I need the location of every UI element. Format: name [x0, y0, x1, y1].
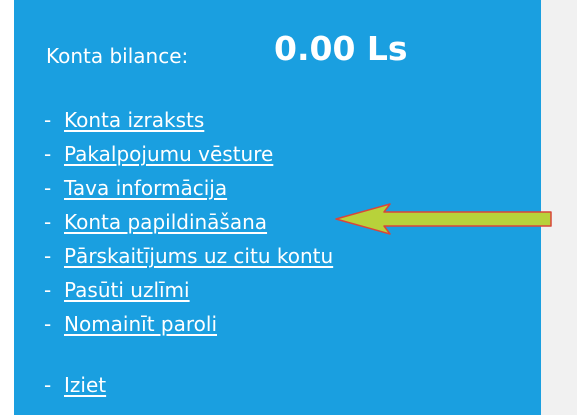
menu-item-pasuti-uzlimi: - Pasūti uzlīmi	[44, 273, 333, 307]
menu-bullet: -	[44, 176, 52, 200]
menu-item-konta-izraksts: - Konta izraksts	[44, 103, 333, 137]
link-iziet[interactable]: Iziet	[64, 373, 106, 397]
menu-bullet: -	[44, 108, 52, 132]
link-parskaitijums-uz-citu-kontu[interactable]: Pārskaitījums uz citu kontu	[64, 244, 333, 268]
link-pasuti-uzlimi[interactable]: Pasūti uzlīmi	[64, 278, 190, 302]
link-nomainit-paroli[interactable]: Nomainīt paroli	[64, 312, 217, 336]
menu-item-pakalpojumu-vesture: - Pakalpojumu vēsture	[44, 137, 333, 171]
link-pakalpojumu-vesture[interactable]: Pakalpojumu vēsture	[64, 142, 273, 166]
menu-bullet: -	[44, 142, 52, 166]
account-menu: - Konta izraksts - Pakalpojumu vēsture - Ta…	[44, 103, 333, 402]
menu-bullet: -	[44, 244, 52, 268]
menu-item-nomainit-paroli: - Nomainīt paroli	[44, 307, 333, 341]
menu-item-konta-papildinasana: - Konta papildināšana	[44, 205, 333, 239]
balance-label: Konta bilance:	[46, 44, 189, 68]
menu-bullet: -	[44, 312, 52, 336]
menu-item-tava-informacija: - Tava informācija	[44, 171, 333, 205]
arrow-left-icon	[335, 203, 552, 235]
menu-item-parskaitijums: - Pārskaitījums uz citu kontu	[44, 239, 333, 273]
link-konta-izraksts[interactable]: Konta izraksts	[64, 108, 204, 132]
link-konta-papildinasana[interactable]: Konta papildināšana	[64, 210, 267, 234]
balance-value: 0.00 Ls	[274, 29, 408, 68]
menu-item-iziet: - Iziet	[44, 368, 333, 402]
link-tava-informacija[interactable]: Tava informācija	[64, 176, 227, 200]
menu-bullet: -	[44, 278, 52, 302]
menu-bullet: -	[44, 210, 52, 234]
menu-bullet: -	[44, 373, 52, 397]
